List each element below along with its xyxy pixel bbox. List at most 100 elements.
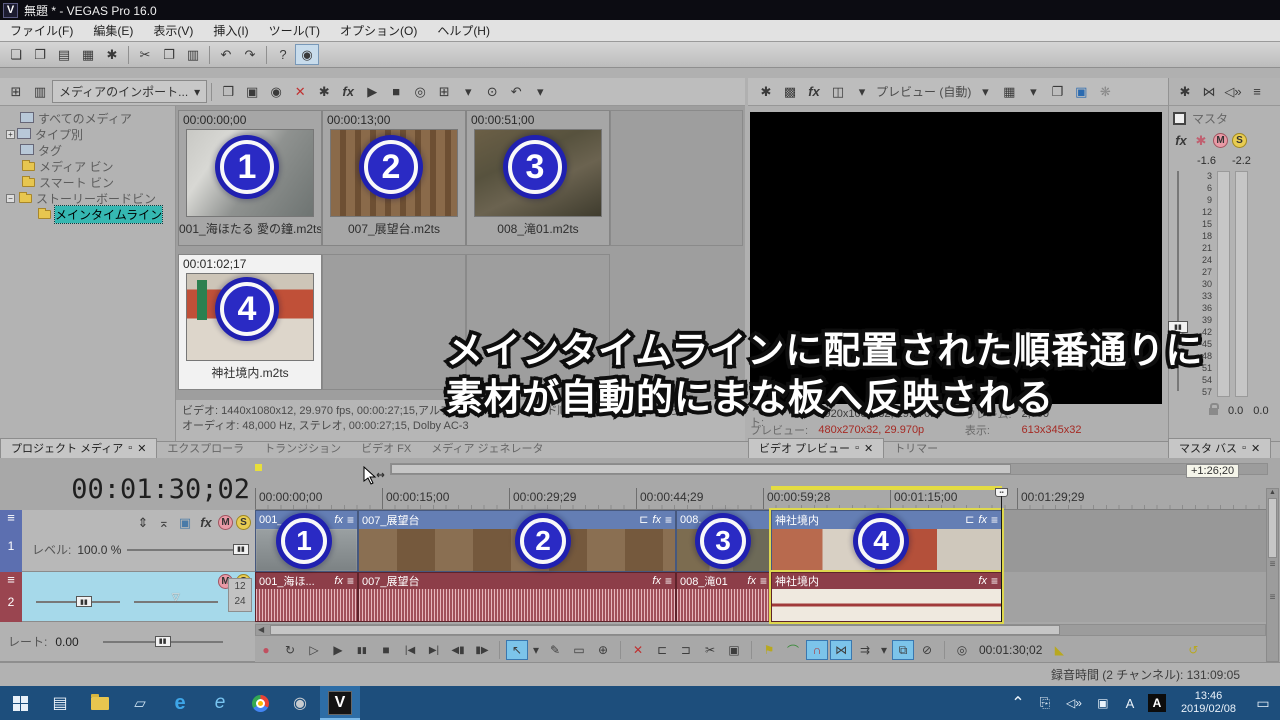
volume-slider[interactable]: ▮▮ bbox=[36, 601, 120, 603]
ime-mode-button[interactable]: A bbox=[1117, 686, 1143, 720]
track-menu-icon[interactable]: ≡ bbox=[0, 572, 22, 587]
track-mute-button[interactable]: M bbox=[218, 515, 233, 530]
float-window-icon[interactable]: ▫ bbox=[128, 442, 132, 454]
external-monitor-icon[interactable]: ❋ bbox=[1093, 81, 1117, 102]
lock-envelopes-icon[interactable]: ⧉ bbox=[892, 640, 914, 660]
menu-item[interactable]: ツール(T) bbox=[259, 19, 330, 42]
start-preview-icon[interactable]: ▶ bbox=[360, 81, 384, 102]
render-as-icon[interactable]: ▦ bbox=[76, 44, 100, 65]
edge-button[interactable]: e bbox=[160, 686, 200, 720]
dim-output-icon[interactable]: ◁» bbox=[1221, 81, 1245, 102]
pan-slider[interactable]: ▽ bbox=[134, 601, 218, 603]
collapse-minus-icon[interactable]: − bbox=[6, 194, 15, 203]
menu-item[interactable]: オプション(O) bbox=[330, 19, 427, 42]
properties-gear-icon[interactable]: ✱ bbox=[100, 44, 124, 65]
chevron-down-icon[interactable]: ▾ bbox=[973, 81, 997, 102]
redo-icon[interactable]: ↷ bbox=[238, 44, 262, 65]
fader-lock-icon[interactable] bbox=[1209, 408, 1218, 415]
zoom-tool-icon[interactable]: ⊕ bbox=[592, 640, 614, 660]
task-view-button[interactable]: ▤ bbox=[40, 686, 80, 720]
open-icon[interactable]: ❐ bbox=[28, 44, 52, 65]
master-mute-button[interactable]: M bbox=[1213, 133, 1228, 148]
selection-tool-icon[interactable]: ▭ bbox=[568, 640, 590, 660]
master-solo-button[interactable]: S bbox=[1232, 133, 1247, 148]
ime-tool-button[interactable]: A bbox=[1143, 686, 1171, 720]
get-photo-icon[interactable]: ▣ bbox=[240, 81, 264, 102]
auto-ripple-icon[interactable]: ⇉ bbox=[854, 640, 876, 660]
volume-tray-button[interactable]: ◁» bbox=[1059, 686, 1089, 720]
stop-preview-icon[interactable]: ■ bbox=[384, 81, 408, 102]
tab-master-bus[interactable]: マスタ バス ▫ ✕ bbox=[1168, 438, 1271, 458]
split-screen-icon[interactable]: ◫ bbox=[826, 81, 850, 102]
event-menu-icon[interactable]: ≡ bbox=[665, 574, 672, 588]
tree-item-by-type[interactable]: + タイプ別 bbox=[0, 126, 175, 142]
audio-clip-008[interactable]: 008_滝01 fx ≡ bbox=[676, 572, 771, 622]
tool-dropdown-icon[interactable]: ▾ bbox=[530, 640, 542, 660]
menu-item[interactable]: 表示(V) bbox=[143, 19, 203, 42]
marker-tri-icon[interactable]: ◣ bbox=[1048, 640, 1070, 660]
level-slider-handle[interactable]: ▮▮ bbox=[233, 544, 249, 555]
overlays-grid-icon[interactable]: ▦ bbox=[997, 81, 1021, 102]
preview-fx-icon[interactable]: fx bbox=[802, 81, 826, 102]
master-meter-icon[interactable] bbox=[1173, 112, 1186, 125]
scroll-up-icon[interactable]: ▲ bbox=[1267, 489, 1278, 496]
copy-frame-icon[interactable]: ❐ bbox=[1045, 81, 1069, 102]
master-fx-icon[interactable]: fx bbox=[1173, 130, 1189, 151]
preview-quality-button[interactable]: プレビュー (自動) bbox=[876, 83, 971, 100]
close-icon[interactable]: ✕ bbox=[1251, 442, 1260, 455]
track-resize-grip[interactable]: ≡ bbox=[1267, 593, 1278, 602]
tree-item-storyboard-bin[interactable]: − ストーリーボードビン bbox=[0, 190, 175, 206]
tab-explorer[interactable]: エクスプローラ bbox=[157, 439, 254, 458]
close-icon[interactable]: ✕ bbox=[864, 442, 873, 455]
tree-item-main-timeline[interactable]: メインタイムライン bbox=[0, 206, 175, 222]
tab-video-fx[interactable]: ビデオ FX bbox=[351, 439, 421, 458]
close-icon[interactable]: ✕ bbox=[137, 442, 146, 455]
event-fx-icon[interactable]: fx bbox=[334, 576, 343, 586]
volume-slider-handle[interactable]: ▮▮ bbox=[76, 596, 92, 607]
video-output-fx-icon[interactable]: ▩ bbox=[778, 81, 802, 102]
media-properties-icon[interactable]: ✱ bbox=[312, 81, 336, 102]
next-frame-icon[interactable]: ▮▶ bbox=[471, 640, 493, 660]
search-icon[interactable]: ⊙ bbox=[480, 81, 504, 102]
new-project-icon[interactable]: ❏ bbox=[4, 44, 28, 65]
auto-crossfade-icon[interactable]: ⋈ bbox=[830, 640, 852, 660]
event-fx-icon[interactable]: fx bbox=[652, 514, 661, 526]
tab-video-preview[interactable]: ビデオ プレビュー ▫ ✕ bbox=[748, 438, 884, 458]
ripple-dropdown-icon[interactable]: ▾ bbox=[878, 640, 890, 660]
insert-marker-icon[interactable]: ⚑ bbox=[758, 640, 780, 660]
help-icon[interactable]: ? bbox=[271, 44, 295, 65]
scrollbar-thumb[interactable] bbox=[1268, 498, 1277, 558]
mixer-settings-gear-icon[interactable]: ✱ bbox=[1173, 81, 1197, 102]
timeline-v-scrollbar[interactable]: ▲ ≡ ≡ bbox=[1266, 488, 1279, 662]
cut-icon[interactable]: ✂ bbox=[133, 44, 157, 65]
event-fx-icon[interactable]: fx bbox=[334, 515, 343, 525]
compositing-mode-icon[interactable]: ▣ bbox=[176, 512, 194, 533]
playhead-line[interactable] bbox=[1001, 496, 1002, 622]
event-menu-icon[interactable]: ≡ bbox=[991, 513, 998, 527]
start-button[interactable] bbox=[0, 686, 40, 720]
float-window-icon[interactable]: ▫ bbox=[855, 442, 859, 454]
video-clip-007[interactable]: 007_展望台 ⊏ fx ≡ bbox=[358, 510, 676, 572]
menu-item[interactable]: ファイル(F) bbox=[0, 19, 83, 42]
scrollbar-thumb[interactable] bbox=[391, 464, 1011, 474]
event-fx-icon[interactable]: fx bbox=[747, 576, 756, 586]
paste-icon[interactable]: ▥ bbox=[181, 44, 205, 65]
tree-item-media-bin[interactable]: メディア ビン bbox=[0, 158, 175, 174]
previous-frame-icon[interactable]: ◀▮ bbox=[447, 640, 469, 660]
remove-media-icon[interactable]: ✕ bbox=[288, 81, 312, 102]
track-resize-grip[interactable]: ≡ bbox=[1267, 560, 1278, 569]
rate-slider[interactable]: ▮▮ bbox=[103, 641, 223, 643]
preview-settings-gear-icon[interactable]: ✱ bbox=[754, 81, 778, 102]
chevron-down-icon[interactable]: ▾ bbox=[1021, 81, 1045, 102]
rate-slider-handle[interactable]: ▮▮ bbox=[155, 636, 171, 647]
timeline-h-scrollbar[interactable]: ◀ bbox=[255, 624, 1266, 636]
title-bar[interactable]: V 無題 * - VEGAS Pro 16.0 bbox=[0, 0, 1280, 20]
auto-preview-icon[interactable]: ◎ bbox=[408, 81, 432, 102]
video-track-strip[interactable]: ≡ 1 bbox=[0, 510, 22, 572]
tab-project-media[interactable]: プロジェクト メディア ▫ ✕ bbox=[0, 438, 157, 458]
pan-center-marker[interactable]: ▽ bbox=[172, 592, 180, 603]
timeline-top-scrollbar[interactable] bbox=[390, 463, 1268, 475]
play-from-start-icon[interactable]: ▷ bbox=[303, 640, 325, 660]
tab-transitions[interactable]: トランジション bbox=[254, 439, 351, 458]
menu-item[interactable]: 編集(E) bbox=[83, 19, 143, 42]
